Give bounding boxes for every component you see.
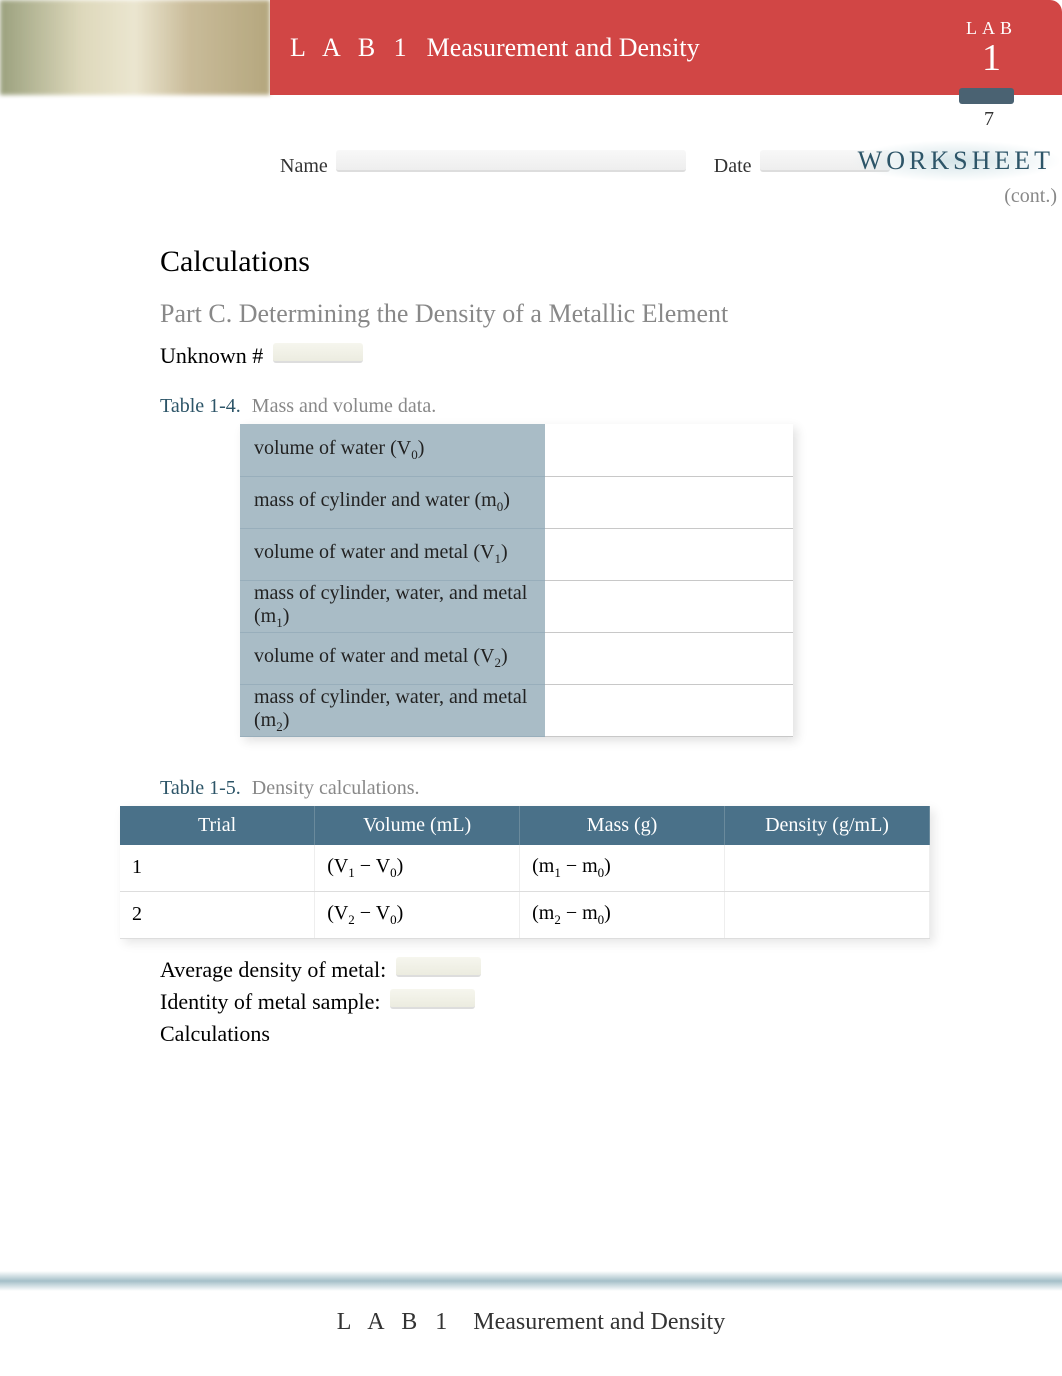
volume-cell: (V1 − V0) — [315, 845, 520, 892]
col-header-trial: Trial — [120, 806, 315, 845]
header-right-block: LAB 1 — [966, 18, 1017, 77]
page-number: 7 — [984, 108, 994, 131]
table-row: volume of water (V0) — [240, 424, 793, 476]
mass-cell: (m1 − m0) — [520, 845, 725, 892]
unknown-input-line[interactable] — [273, 343, 363, 363]
table15-caption: Table 1-5. Density calculations. — [160, 777, 1022, 800]
avg-density-label: Average density of metal: — [160, 957, 386, 982]
density-cell[interactable] — [725, 891, 930, 938]
col-header-density: Density (g/mL) — [725, 806, 930, 845]
value-cell[interactable] — [545, 632, 793, 684]
value-cell[interactable] — [545, 476, 793, 528]
volume-cell: (V2 − V0) — [315, 891, 520, 938]
col-header-volume: Volume (mL) — [315, 806, 520, 845]
table15-desc: Density calculations. — [252, 777, 420, 799]
density-cell[interactable] — [725, 845, 930, 892]
table-row: mass of cylinder, water, and metal (m2) — [240, 684, 793, 736]
calculations-row: Calculations — [160, 1021, 1022, 1047]
cont-label: (cont.) — [1004, 185, 1057, 208]
worksheet-tag: WORKSHEET — [850, 140, 1062, 182]
avg-density-input-line[interactable] — [396, 957, 481, 977]
header-title: Measurement and Density — [427, 33, 700, 63]
part-c-heading: Part C. Determining the Density of a Met… — [160, 299, 1022, 329]
table14-number: Table 1-4. — [160, 395, 241, 417]
footer-divider — [0, 1271, 1062, 1291]
header-banner: L A B 1 Measurement and Density LAB 1 — [270, 0, 1062, 95]
table14-desc: Mass and volume data. — [252, 395, 436, 417]
unknown-label: Unknown # — [160, 343, 263, 368]
value-cell[interactable] — [545, 424, 793, 476]
mass-cell: (m2 − m0) — [520, 891, 725, 938]
table-row: mass of cylinder and water (m0) — [240, 476, 793, 528]
table15-number: Table 1-5. — [160, 777, 241, 799]
footer-title: Measurement and Density — [473, 1309, 725, 1335]
footer-text: L A B 1 Measurement and Density — [0, 1309, 1062, 1336]
avg-density-row: Average density of metal: — [160, 957, 1022, 983]
content-area: Calculations Part C. Determining the Den… — [160, 245, 1022, 1053]
table-mass-volume: volume of water (V0) mass of cylinder an… — [240, 424, 793, 737]
header-right-number: 1 — [982, 37, 1001, 79]
trial-cell: 1 — [120, 845, 315, 892]
value-cell[interactable] — [545, 684, 793, 736]
value-cell[interactable] — [545, 580, 793, 632]
name-input-line[interactable] — [336, 150, 686, 172]
table-row: 2 (V2 − V0) (m2 − m0) — [120, 891, 930, 938]
footer-lab-prefix: L A B 1 — [337, 1309, 453, 1335]
col-header-mass: Mass (g) — [520, 806, 725, 845]
header-lab-prefix: L A B 1 — [290, 33, 413, 63]
table-row: volume of water and metal (V1) — [240, 528, 793, 580]
header-right-lab: LAB — [966, 18, 1017, 39]
date-label: Date — [714, 155, 752, 178]
table-density-calculations: Trial Volume (mL) Mass (g) Density (g/mL… — [120, 806, 930, 939]
table-row: volume of water and metal (V2) — [240, 632, 793, 684]
page-number-tab — [959, 88, 1014, 104]
calculations-heading: Calculations — [160, 245, 1022, 279]
header-decorative-image — [0, 0, 270, 95]
value-cell[interactable] — [545, 528, 793, 580]
name-label: Name — [280, 155, 328, 178]
trial-cell: 2 — [120, 891, 315, 938]
calculations-label: Calculations — [160, 1021, 270, 1046]
identity-input-line[interactable] — [390, 989, 475, 1009]
table-row: mass of cylinder, water, and metal (m1) — [240, 580, 793, 632]
identity-label: Identity of metal sample: — [160, 989, 381, 1014]
table14-caption: Table 1-4. Mass and volume data. — [160, 395, 1022, 418]
identity-row: Identity of metal sample: — [160, 989, 1022, 1015]
table-row: 1 (V1 − V0) (m1 − m0) — [120, 845, 930, 892]
unknown-row: Unknown # — [160, 343, 1022, 369]
